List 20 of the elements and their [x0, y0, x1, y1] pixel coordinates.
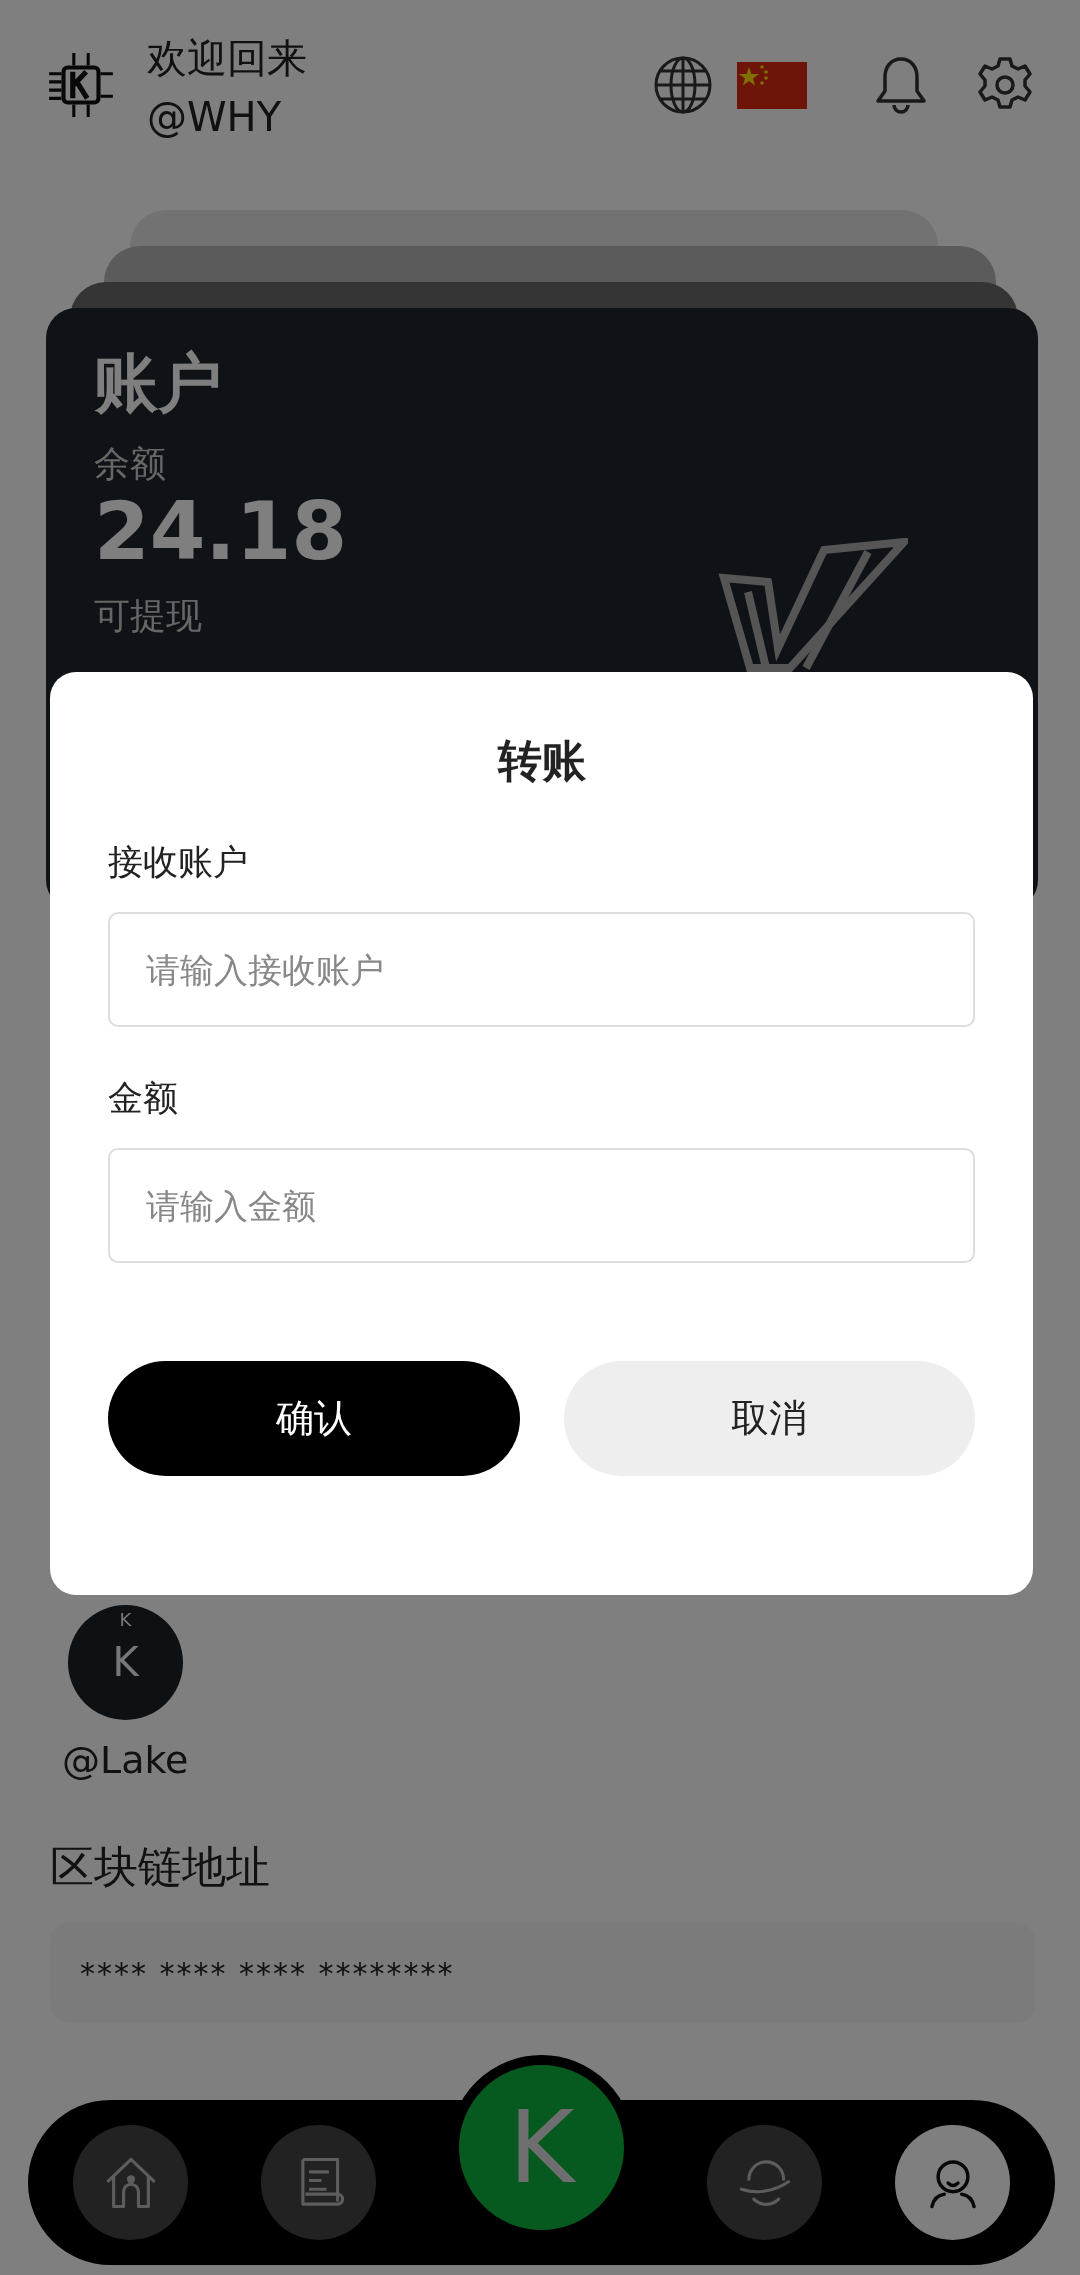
dialog-title: 转账	[496, 734, 587, 788]
greeting: 欢迎回来	[147, 33, 307, 83]
globe-icon[interactable]	[653, 55, 713, 115]
withdrawable-label: 可提现	[94, 593, 203, 637]
contact-name: @Lake	[62, 1738, 190, 1782]
input-field[interactable]: 请输入金额	[108, 1148, 975, 1263]
balance-label: 余额	[94, 442, 167, 486]
logo-mark-icon	[718, 538, 908, 672]
address-field: **** **** **** ********	[50, 1923, 1035, 2023]
username: @WHY	[147, 93, 283, 140]
section-title: 区块链地址	[50, 1840, 271, 1894]
field-label: 接收账户	[108, 841, 249, 884]
balance-amount: 24.18	[94, 485, 349, 578]
contact-avatar[interactable]: K K	[68, 1605, 183, 1720]
flag-icon[interactable]	[737, 61, 807, 109]
confirm-button[interactable]: 确认	[108, 1361, 520, 1476]
cancel-button[interactable]: 取消	[563, 1361, 975, 1476]
field-label: 金额	[108, 1077, 179, 1120]
input-field[interactable]: 请输入接收账户	[108, 912, 975, 1027]
card-title: 账户	[94, 348, 223, 419]
